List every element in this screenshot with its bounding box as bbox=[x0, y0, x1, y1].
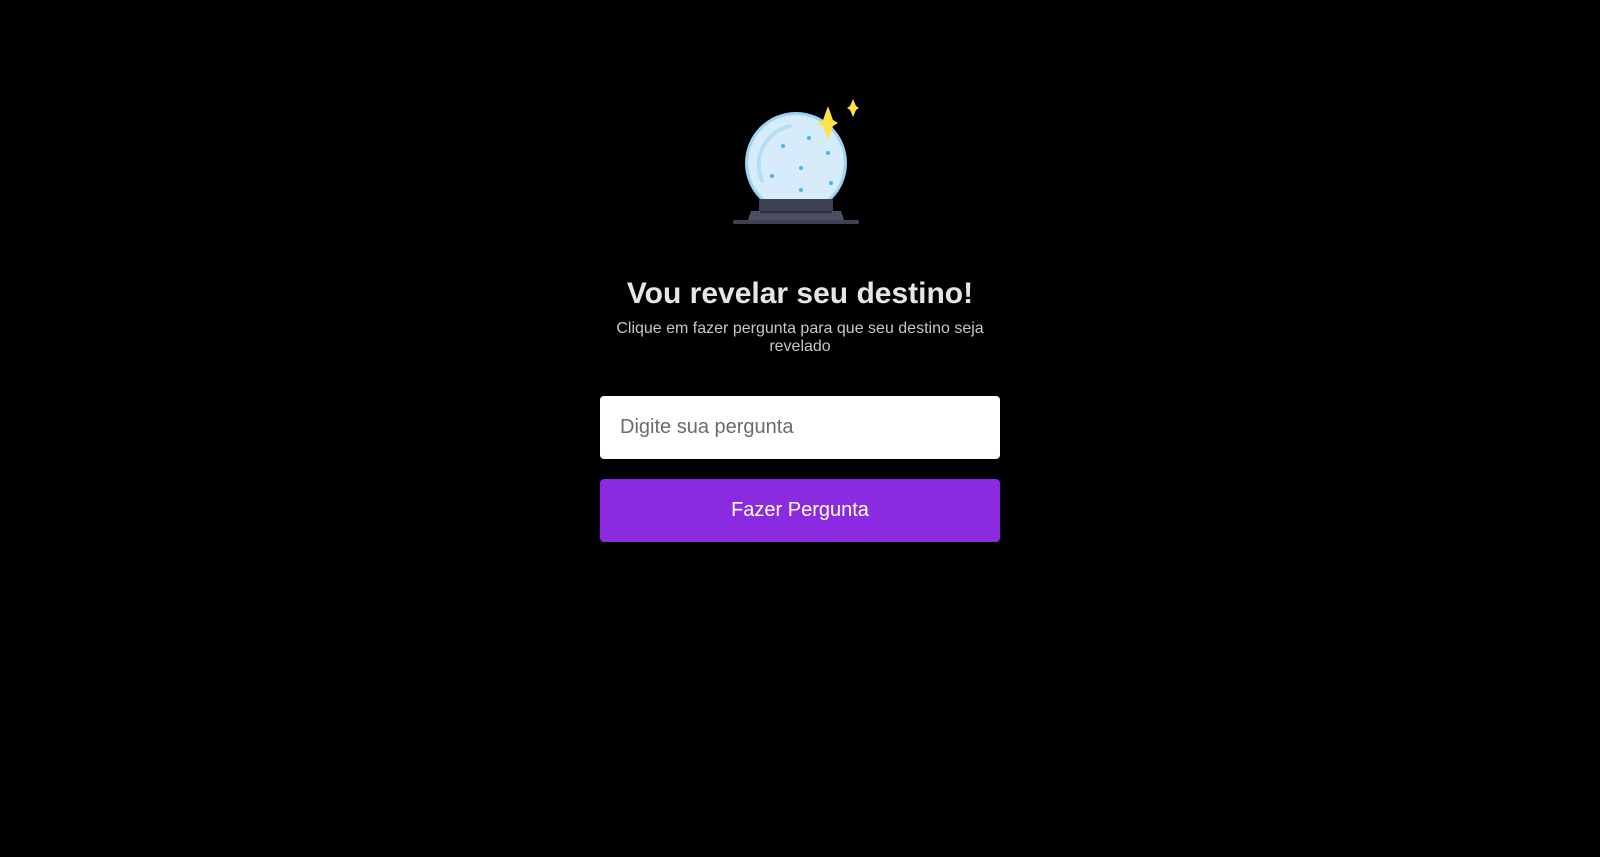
crystal-ball-icon bbox=[733, 99, 859, 224]
page-subtitle: Clique em fazer pergunta para que seu de… bbox=[616, 320, 984, 355]
question-input[interactable] bbox=[600, 396, 1000, 459]
main-content: Vou revelar seu destino! Clique em fazer… bbox=[600, 96, 1000, 542]
ask-question-button[interactable]: Fazer Pergunta bbox=[600, 479, 1000, 542]
page-title: Vou revelar seu destino! bbox=[626, 277, 974, 310]
